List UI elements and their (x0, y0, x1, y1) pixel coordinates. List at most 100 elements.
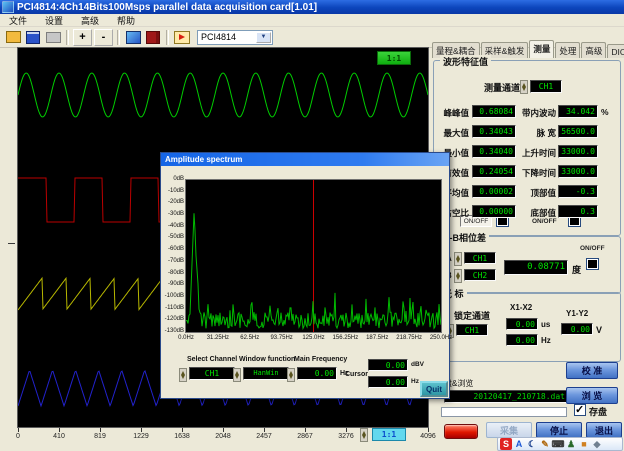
spectrum-window-title: Amplitude spectrum (165, 155, 242, 164)
x-axis-tick (182, 428, 183, 432)
tab-advanced[interactable]: 高级 (581, 42, 606, 58)
sogou-icon[interactable]: S (500, 438, 512, 450)
chevron-down-icon[interactable]: ▼ (256, 32, 271, 43)
app-icon (2, 1, 14, 13)
measure-row: 平均值0.00002顶部值-0.3 (434, 185, 618, 200)
menu-item-file[interactable]: 文件 (0, 14, 36, 27)
measure-unit: % (601, 107, 609, 117)
zoom-in-button[interactable]: + (73, 29, 92, 46)
cursor-freq-display: 0.00 (506, 334, 538, 346)
x-zoom-spinner[interactable] (360, 428, 368, 442)
spectrum-plot (186, 180, 441, 332)
spectrum-x-tick-label: 93.75Hz (267, 335, 297, 341)
box-icon[interactable]: ■ (578, 438, 590, 450)
exit-button[interactable]: 退出 (586, 422, 622, 438)
x-axis-tick (223, 428, 224, 432)
device-combo-value: PCI4814 (201, 32, 236, 42)
phase-value-display: 0.08771 (504, 260, 568, 275)
tab-dio[interactable]: DIO (607, 44, 624, 58)
window-function-label: Window function (239, 356, 295, 363)
display-icon[interactable] (124, 29, 142, 45)
spectrum-y-tick-label: -110dB (161, 305, 184, 311)
x-axis-tick (346, 428, 347, 432)
moon-icon[interactable]: ☾ (526, 438, 538, 450)
font-a-icon[interactable]: A (513, 438, 525, 450)
measure-label: 顶部值 (516, 187, 556, 199)
y-axis-tick (8, 243, 15, 244)
x-axis-tick-label: 1638 (169, 433, 195, 440)
measure-label: 脉 宽 (516, 127, 556, 139)
measure-row: 最小值0.34040上升时间33000.0 (434, 145, 618, 160)
window-function-display[interactable]: HanWin (243, 367, 289, 380)
lock-channel-display[interactable]: CH1 (456, 324, 488, 336)
spectrum-x-tick-label: 156.25Hz (330, 335, 360, 341)
person-icon[interactable]: ♟ (565, 438, 577, 450)
select-channel-spinner[interactable] (179, 368, 187, 382)
spectrum-x-tick-label: 62.5Hz (235, 335, 265, 341)
spectrum-x-tick-label: 218.75Hz (394, 335, 424, 341)
cursor-x-unit: us (541, 320, 550, 329)
measure-row: 有效值0.24054下降时间33000.0 (434, 165, 618, 180)
calibrate-button[interactable]: 校 准 (566, 362, 618, 379)
app-window: PCI4814:4Ch14Bits100Msps parallel data a… (0, 0, 624, 451)
cursor-label: Cursor (345, 371, 368, 378)
group-title: 波形特征值 (440, 55, 491, 68)
record-indicator-button[interactable] (444, 424, 478, 439)
menu-item-settings[interactable]: 设置 (36, 14, 72, 27)
open-icon[interactable] (4, 29, 22, 45)
phase-b-spinner[interactable] (454, 269, 462, 283)
tab-measure[interactable]: 测量 (529, 40, 554, 58)
menu-item-help[interactable]: 帮助 (108, 14, 144, 27)
x-axis-tick-label: 1229 (128, 433, 154, 440)
cursor-freq-unit: Hz (541, 336, 551, 345)
phase-a-spinner[interactable] (454, 252, 462, 266)
measure-value-display: 33000.0 (558, 145, 598, 158)
zoom-ratio-badge-top: 1:1 (377, 51, 411, 65)
phase-a-display[interactable]: CH1 (464, 252, 496, 264)
toolbar-separator (117, 30, 120, 45)
measure-channel-spinner[interactable] (520, 80, 528, 94)
cursor-x-label: X1-X2 (510, 303, 532, 312)
measure-value-display: 0.24054 (472, 165, 516, 178)
phase-onoff-checkbox[interactable] (586, 258, 599, 270)
measure-value-display: 34.042 (558, 105, 598, 118)
window-function-spinner[interactable] (233, 368, 241, 382)
quit-button[interactable]: Quit (420, 381, 448, 397)
acquire-button[interactable]: 采集 (486, 422, 532, 438)
zoom-ratio-badge-bottom[interactable]: 1:1 (372, 428, 406, 441)
measure-value-display: 0.34040 (472, 145, 516, 158)
cursor-freq-display: 0.00 (368, 376, 408, 388)
x-axis-tick-label: 819 (87, 433, 113, 440)
spectrum-y-tick-label: -30dB (161, 211, 184, 217)
tab-process[interactable]: 处理 (555, 42, 580, 58)
phase-b-display[interactable]: CH2 (464, 269, 496, 281)
main-frequency-display: 0.00 (297, 367, 337, 380)
cursor-level-unit: dBV (411, 361, 424, 368)
pen-icon[interactable]: ✎ (539, 438, 551, 450)
spectrum-y-tick-label: -40dB (161, 223, 184, 229)
spectrum-y-tick-label: -90dB (161, 281, 184, 287)
select-channel-label: Select Channel (187, 356, 237, 363)
stop-button[interactable]: 停止 (536, 422, 582, 438)
x-axis-tick (59, 428, 60, 432)
keyboard-icon[interactable]: ⌨ (552, 438, 564, 450)
menu-item-advanced[interactable]: 高级 (72, 14, 108, 27)
run-icon[interactable] (173, 29, 191, 45)
spectrum-y-tick-label: -50dB (161, 234, 184, 240)
device-combo[interactable]: PCI4814 ▼ (197, 30, 273, 45)
select-channel-display[interactable]: CH1 (189, 367, 235, 380)
measure-channel-display[interactable]: CH1 (530, 80, 562, 93)
main-frequency-spinner[interactable] (287, 368, 295, 382)
spectrum-y-tick-label: -80dB (161, 270, 184, 276)
x-axis-tick (264, 428, 265, 432)
measure-value-display: 56500.0 (558, 125, 598, 138)
measure-row: 占空比0.00000底部值0.3 (434, 205, 618, 220)
browse-button[interactable]: 浏 览 (566, 387, 618, 404)
save-icon[interactable] (24, 29, 42, 45)
wrench-icon[interactable]: ◆ (591, 438, 603, 450)
spectrum-title-bar: Amplitude spectrum (161, 153, 449, 166)
printer-icon[interactable] (44, 29, 62, 45)
save-checkbox[interactable] (574, 404, 586, 416)
help-book-icon[interactable] (144, 29, 162, 45)
zoom-out-button[interactable]: - (94, 29, 113, 46)
